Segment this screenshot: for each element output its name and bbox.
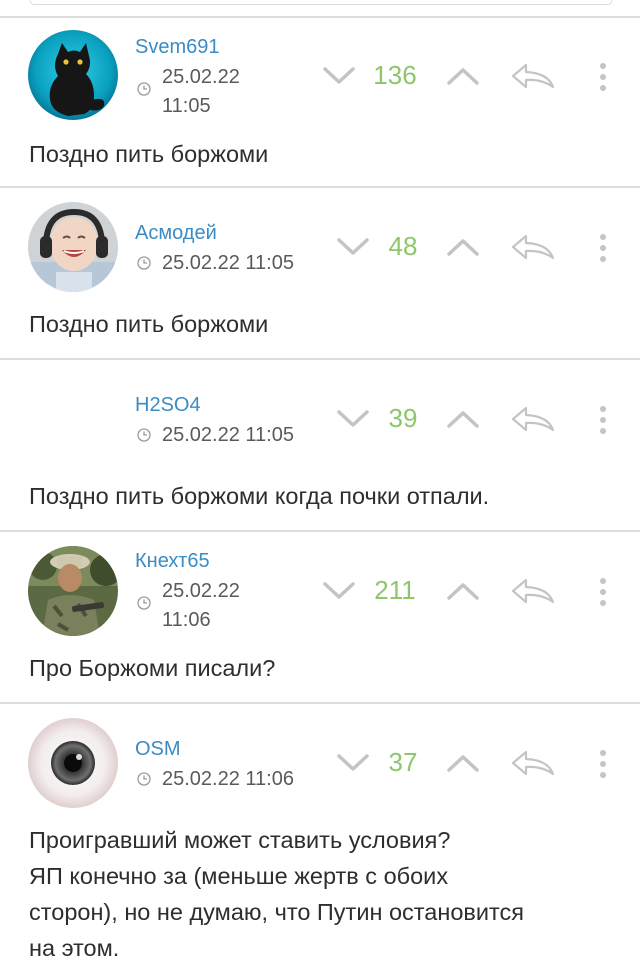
avatar[interactable] — [28, 202, 118, 292]
chevron-down-icon[interactable] — [336, 237, 370, 262]
avatar[interactable] — [28, 30, 118, 120]
comment-text-line: Проигравший может ставить условия? — [29, 827, 451, 853]
avatar[interactable] — [28, 546, 118, 636]
comment-time: 11:05 — [162, 95, 211, 117]
comment-item: H2SO4 25.02.22 11:05 39 Поздно пить борж… — [0, 360, 640, 530]
comment-score: 48 — [388, 231, 418, 261]
comment-text: Про Боржоми писали? — [29, 655, 276, 681]
reply-arrow-icon[interactable] — [510, 577, 556, 610]
clock-icon — [137, 596, 151, 610]
comment-text-line: сторон), но не думаю, что Путин останови… — [29, 899, 524, 925]
comment-text: Поздно пить боржоми когда почки отпали. — [29, 483, 490, 509]
chevron-down-icon[interactable] — [322, 581, 356, 606]
comment-score: 136 — [373, 60, 417, 90]
comment-text-line: на этом. — [29, 935, 120, 961]
comment-time: 11:06 — [162, 609, 211, 631]
comment-score: 39 — [388, 403, 418, 433]
top-input-field[interactable] — [30, 0, 612, 5]
reply-arrow-icon[interactable] — [510, 405, 556, 438]
chevron-down-icon[interactable] — [322, 66, 356, 91]
reply-arrow-icon[interactable] — [510, 233, 556, 266]
chevron-up-icon[interactable] — [446, 409, 480, 434]
chevron-down-icon[interactable] — [336, 409, 370, 434]
more-vertical-icon[interactable] — [598, 233, 608, 268]
comment-date: 25.02.22 — [162, 580, 240, 602]
comment-item: Кнехт65 25.02.22 11:06 211 Про Боржоми п… — [0, 532, 640, 702]
cat-avatar-image — [28, 30, 118, 120]
clock-icon — [137, 82, 151, 96]
comment-item: OSM 25.02.22 11:06 37 Проигравший может … — [0, 704, 640, 973]
comment-score: 211 — [374, 575, 416, 605]
comment-item: Асмодей 25.02.22 11:05 48 Поздно пить бо… — [0, 188, 640, 358]
comment-score: 37 — [388, 747, 418, 777]
comment-date: 25.02.22 — [162, 66, 240, 88]
more-vertical-icon[interactable] — [598, 749, 608, 784]
reply-arrow-icon[interactable] — [510, 62, 556, 95]
more-vertical-icon[interactable] — [598, 62, 608, 97]
comment-item: Svem691 25.02.22 11:05 136 Поздно пить б… — [0, 18, 640, 186]
clock-icon — [137, 772, 151, 786]
clock-icon — [137, 256, 151, 270]
soldier-avatar-image — [28, 546, 118, 636]
comments-page: Svem691 25.02.22 11:05 136 Поздно пить б… — [0, 0, 640, 973]
comment-text: Поздно пить боржоми — [29, 311, 269, 337]
chevron-up-icon[interactable] — [446, 753, 480, 778]
comment-author[interactable]: Svem691 — [135, 36, 220, 59]
comment-author[interactable]: H2SO4 — [135, 394, 201, 417]
comment-datetime: 25.02.22 11:06 — [162, 768, 294, 790]
baby-headphones-avatar-image — [28, 202, 118, 292]
comment-datetime: 25.02.22 11:05 — [162, 424, 294, 446]
chevron-up-icon[interactable] — [446, 66, 480, 91]
comment-author[interactable]: OSM — [135, 738, 181, 761]
eye-avatar-image — [28, 718, 118, 808]
avatar[interactable] — [28, 718, 118, 808]
comment-text: Проигравший может ставить условия? ЯП ко… — [29, 822, 619, 966]
more-vertical-icon[interactable] — [598, 405, 608, 440]
comment-datetime: 25.02.22 11:05 — [162, 252, 294, 274]
more-vertical-icon[interactable] — [598, 577, 608, 612]
reply-arrow-icon[interactable] — [510, 749, 556, 782]
comment-author[interactable]: Кнехт65 — [135, 550, 210, 573]
clock-icon — [137, 428, 151, 442]
comment-text-line: ЯП конечно за (меньше жертв с обоих — [29, 863, 449, 889]
chevron-up-icon[interactable] — [446, 237, 480, 262]
comment-author[interactable]: Асмодей — [135, 222, 217, 245]
chevron-down-icon[interactable] — [336, 753, 370, 778]
chevron-up-icon[interactable] — [446, 581, 480, 606]
comment-text: Поздно пить боржоми — [29, 141, 269, 167]
